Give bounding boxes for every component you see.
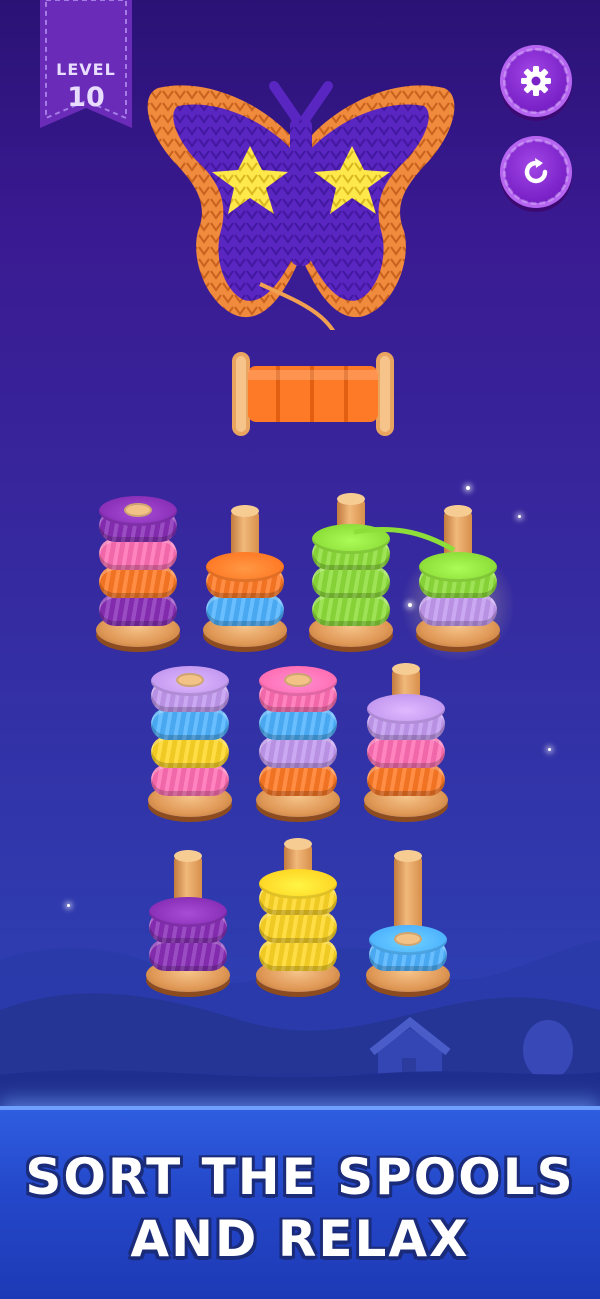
peg-rod-top [284, 838, 312, 850]
yarn-spool-pink[interactable] [99, 538, 177, 570]
banner-line-2: AND RELAX [130, 1210, 470, 1268]
yarn-spool-top [149, 897, 227, 927]
yarn-spool-orange[interactable] [259, 764, 337, 796]
yarn-spool-purple[interactable] [99, 594, 177, 626]
spool-hole [284, 673, 312, 687]
peg-rod-top [337, 493, 365, 505]
settings-button[interactable] [500, 45, 572, 117]
banner-line-1: SORT THE SPOOLS [25, 1148, 575, 1206]
level-badge: LEVEL 10 [40, 0, 132, 140]
yarn-spool-orange[interactable] [99, 566, 177, 598]
yarn-thread [353, 526, 456, 553]
restart-button[interactable] [500, 136, 572, 208]
peg-rod-top [444, 505, 472, 517]
yarn-spool-top [206, 552, 284, 582]
peg-rod-top [231, 505, 259, 517]
peg-rod-top [174, 850, 202, 862]
gear-icon [521, 66, 551, 96]
spool-hole [124, 503, 152, 517]
yarn-spool-green[interactable] [312, 594, 390, 626]
star [548, 748, 551, 751]
peg-rod-top [394, 850, 422, 862]
yarn-spool-pink[interactable] [151, 764, 229, 796]
yarn-spool-blue[interactable] [259, 708, 337, 740]
restart-icon [524, 158, 548, 184]
peg-rod-top [392, 663, 420, 675]
yarn-spool-purple[interactable] [149, 939, 227, 971]
yarn-spool-top [259, 869, 337, 899]
yarn-spool-top [367, 694, 445, 724]
yarn-spool-yellow[interactable] [259, 911, 337, 943]
yarn-spool-pink[interactable] [367, 736, 445, 768]
star [518, 515, 521, 518]
level-label: LEVEL [56, 60, 116, 79]
thread-spool [232, 352, 394, 436]
yarn-spool-blue[interactable] [151, 708, 229, 740]
yarn-spool-yellow[interactable] [151, 736, 229, 768]
spool-hole [394, 932, 422, 946]
level-number: 10 [67, 82, 105, 113]
butterfly-knit-artwork [147, 81, 455, 330]
yarn-spool-lilac[interactable] [419, 594, 497, 626]
yarn-spool-green[interactable] [312, 566, 390, 598]
star [466, 486, 470, 490]
yarn-spool-yellow[interactable] [259, 939, 337, 971]
yarn-spool-blue[interactable] [206, 594, 284, 626]
spool-hole [176, 673, 204, 687]
promo-banner: SORT THE SPOOLS AND RELAX [0, 1110, 600, 1299]
yarn-spool-orange[interactable] [367, 764, 445, 796]
yarn-spool-lilac[interactable] [259, 736, 337, 768]
